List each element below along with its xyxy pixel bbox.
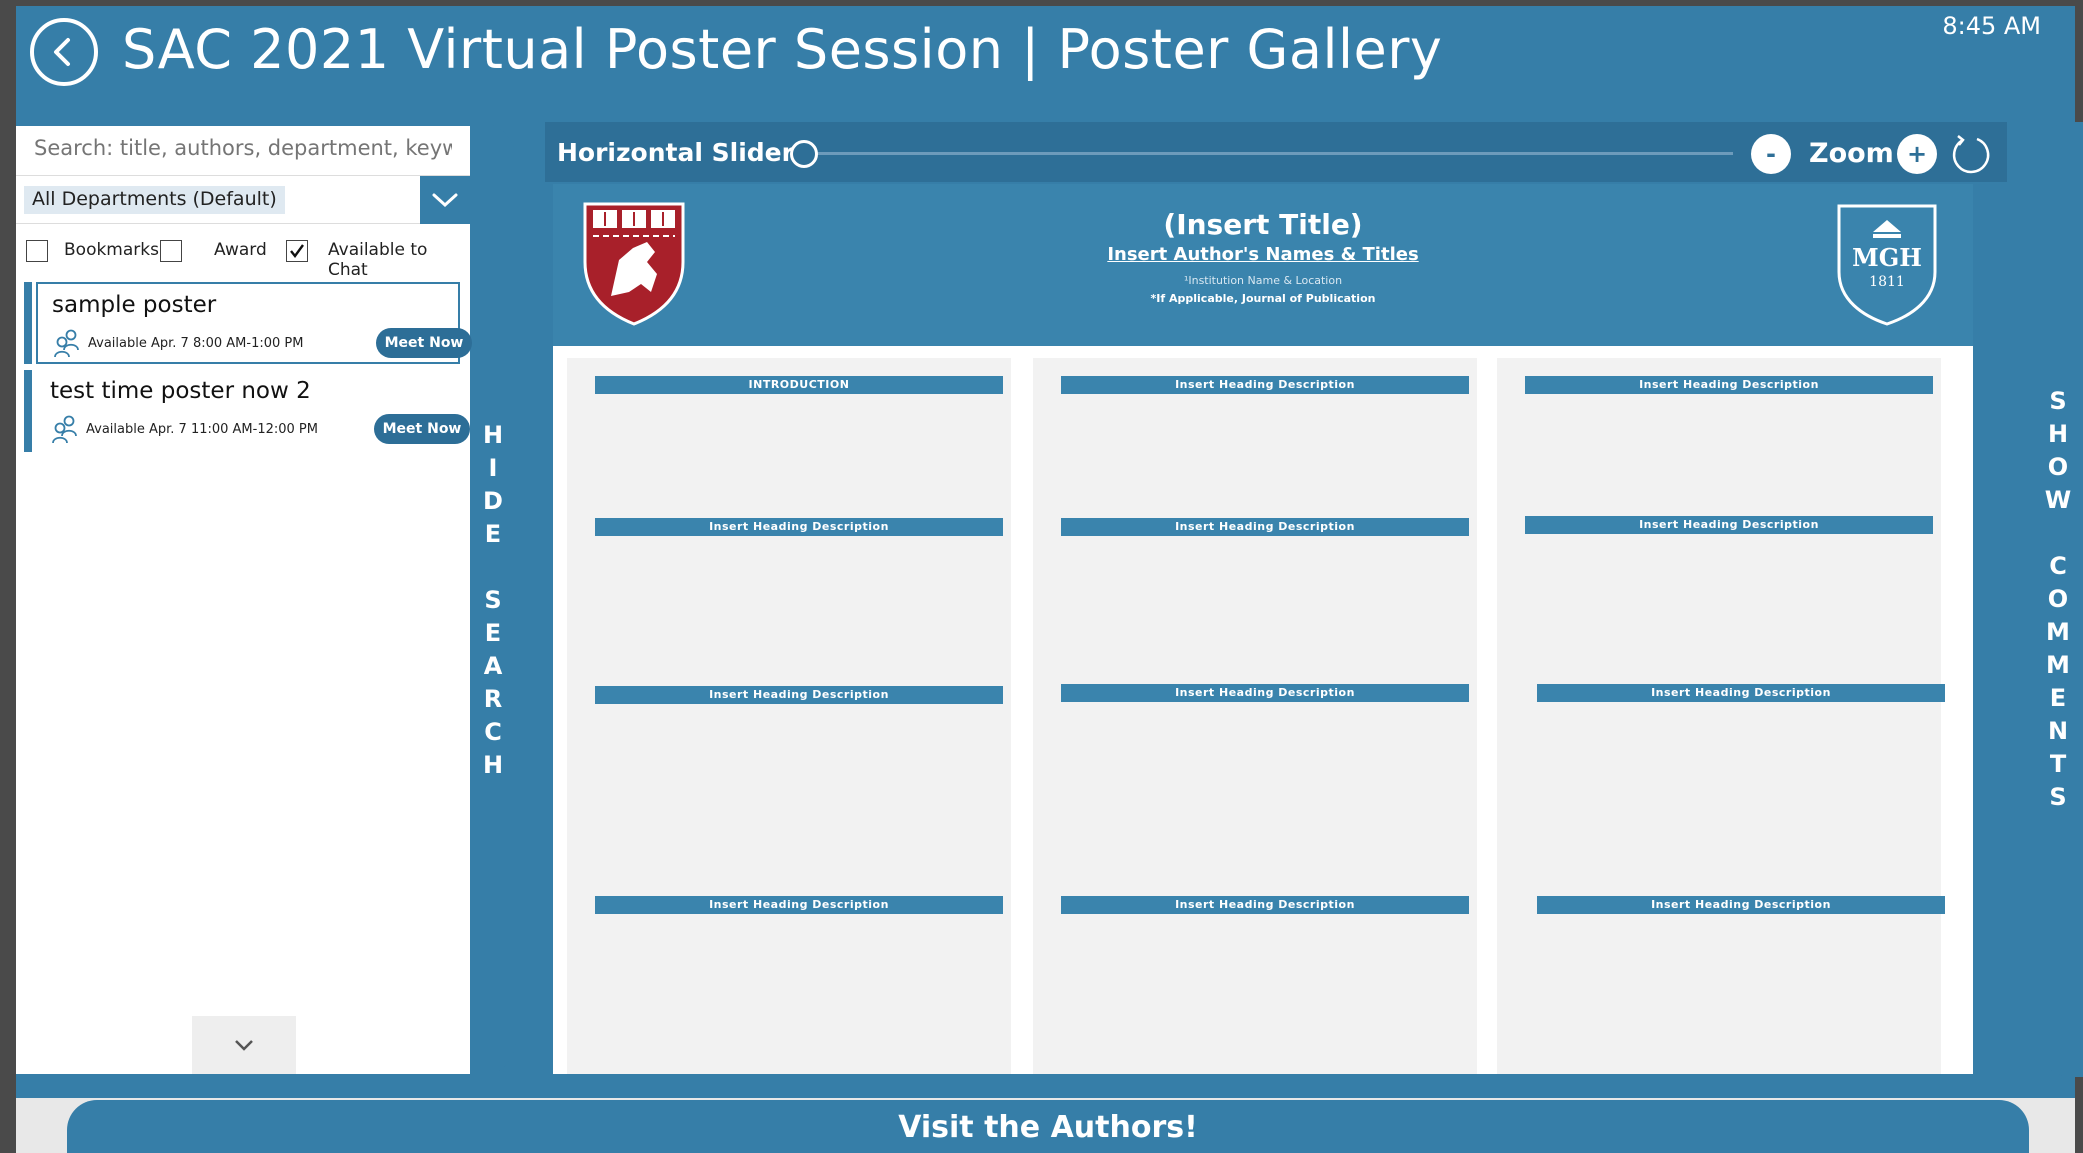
people-icon	[50, 414, 80, 448]
award-label: Award	[214, 240, 267, 260]
clock-time: 8:45 AM	[1942, 12, 2041, 40]
section-heading: INTRODUCTION	[595, 376, 1003, 394]
show-comments-letter: O	[2047, 453, 2069, 481]
search-input[interactable]	[34, 136, 452, 160]
hide-search-toggle[interactable]: H I D E S E A R C H	[470, 126, 516, 1074]
mgh-logo-year: 1811	[1869, 274, 1905, 290]
bookmarks-checkbox[interactable]	[26, 240, 48, 262]
meet-now-button[interactable]: Meet Now	[374, 414, 470, 444]
search-panel: All Departments (Default) Bookmarks Awar…	[16, 126, 472, 1074]
section-heading: Insert Heading Description	[1061, 518, 1469, 536]
poster-header: (Insert Title) Insert Author's Names & T…	[553, 184, 1973, 346]
section-heading: Insert Heading Description	[1537, 684, 1945, 702]
availability-text: Available Apr. 7 11:00 AM-12:00 PM	[86, 422, 318, 437]
poster-title: sample poster	[52, 292, 217, 318]
poster-authors: Insert Author's Names & Titles	[1107, 244, 1419, 265]
filter-row: Bookmarks Award Available to Chat	[16, 226, 470, 280]
zoom-in-button[interactable]: +	[1897, 134, 1937, 174]
show-comments-letter: H	[2047, 420, 2069, 448]
section-heading: Insert Heading Description	[1537, 896, 1945, 914]
hide-search-letter: H	[482, 750, 504, 779]
zoom-label: Zoom	[1809, 138, 1894, 169]
section-heading: Insert Heading Description	[595, 518, 1003, 536]
hide-search-letter: S	[484, 585, 502, 614]
available-to-chat-checkbox[interactable]	[286, 240, 308, 262]
hide-search-letter: E	[484, 519, 502, 548]
people-icon	[52, 328, 82, 362]
bookmarks-label: Bookmarks	[64, 240, 159, 260]
poster-main-title: (Insert Title)	[1163, 208, 1363, 241]
show-comments-toggle[interactable]: S H O W C O M M E N T S	[2033, 122, 2083, 1077]
reset-zoom-button[interactable]	[1949, 132, 1995, 178]
hide-search-letter: C	[484, 717, 502, 746]
slider-label: Horizontal Slider	[557, 138, 794, 167]
list-item-accent	[24, 370, 32, 452]
visit-authors-button[interactable]: Visit the Authors!	[67, 1100, 2029, 1153]
chevron-left-icon	[54, 38, 70, 66]
hide-search-letter: R	[483, 684, 503, 713]
section-heading: Insert Heading Description	[1061, 896, 1469, 914]
window-frame-left	[0, 0, 16, 1153]
mgh-shield-logo: MGH 1811	[1835, 202, 1939, 330]
list-item-accent	[24, 282, 32, 364]
dropdown-toggle[interactable]	[420, 176, 470, 224]
poster-title: test time poster now 2	[50, 378, 311, 404]
chevron-down-icon	[432, 193, 458, 208]
hide-search-letter: I	[488, 453, 498, 482]
section-heading: Insert Heading Description	[1525, 376, 1933, 394]
show-comments-letter: M	[2046, 651, 2070, 679]
chevron-down-icon	[235, 1040, 253, 1051]
list-item[interactable]: sample poster Available Apr. 7 8:00 AM-1…	[24, 282, 478, 364]
scroll-down-button[interactable]	[192, 1016, 296, 1074]
award-checkbox[interactable]	[160, 240, 182, 262]
show-comments-letter: W	[2044, 486, 2072, 514]
horizontal-slider-handle[interactable]	[790, 140, 818, 168]
poster-column-3: Insert Heading Description Insert Headin…	[1497, 358, 1945, 1074]
section-heading: Insert Heading Description	[1525, 516, 1933, 534]
poster-journal: *If Applicable, Journal of Publication	[1150, 292, 1376, 305]
checkmark-icon	[290, 244, 304, 258]
poster-card[interactable]: sample poster Available Apr. 7 8:00 AM-1…	[36, 282, 472, 364]
availability-text: Available Apr. 7 8:00 AM-1:00 PM	[88, 336, 304, 351]
viewer-toolbar: Horizontal Slider - Zoom +	[545, 122, 2007, 182]
poster-column-2: Insert Heading Description Insert Headin…	[1033, 358, 1477, 1074]
show-comments-letter: S	[2049, 783, 2067, 811]
poster-institution: ¹Institution Name & Location	[1183, 274, 1343, 287]
poster-viewer: Horizontal Slider - Zoom + (Insert Title…	[545, 122, 2007, 1077]
app-screen: SAC 2021 Virtual Poster Session | Poster…	[0, 0, 2083, 1153]
poster-column-1: INTRODUCTION Insert Heading Description …	[567, 358, 1011, 1074]
hide-search-letter: D	[483, 486, 503, 515]
hide-search-letter: E	[484, 618, 502, 647]
available-to-chat-label: Available to Chat	[328, 240, 428, 280]
app-header: SAC 2021 Virtual Poster Session | Poster…	[16, 6, 2075, 98]
horizontal-slider-track[interactable]	[793, 152, 1733, 155]
show-comments-letter: C	[2049, 552, 2067, 580]
section-heading: Insert Heading Description	[1061, 376, 1469, 394]
show-comments-letter: T	[2049, 750, 2067, 778]
hide-search-letter: H	[482, 420, 504, 449]
department-selected-value: All Departments (Default)	[24, 186, 285, 214]
show-comments-letter: O	[2047, 585, 2069, 613]
section-heading: Insert Heading Description	[595, 686, 1003, 704]
show-comments-letter: N	[2047, 717, 2069, 745]
list-item[interactable]: test time poster now 2 Available Apr. 7 …	[24, 370, 478, 452]
show-comments-letter: M	[2046, 618, 2070, 646]
show-comments-letter: E	[2049, 684, 2067, 712]
mgh-logo-text: MGH	[1852, 243, 1922, 272]
department-dropdown[interactable]: All Departments (Default)	[16, 176, 470, 224]
back-button[interactable]	[30, 18, 98, 86]
section-heading: Insert Heading Description	[595, 896, 1003, 914]
refresh-icon	[1952, 135, 1990, 174]
poster-card[interactable]: test time poster now 2 Available Apr. 7 …	[36, 370, 470, 452]
section-heading: Insert Heading Description	[1061, 684, 1469, 702]
hide-search-letter: A	[483, 651, 503, 680]
search-field[interactable]	[16, 126, 470, 176]
zoom-out-button[interactable]: -	[1751, 134, 1791, 174]
poster-canvas[interactable]: (Insert Title) Insert Author's Names & T…	[553, 184, 1973, 1074]
page-title: SAC 2021 Virtual Poster Session | Poster…	[122, 18, 1443, 81]
show-comments-letter: S	[2049, 387, 2067, 415]
meet-now-button[interactable]: Meet Now	[376, 328, 472, 358]
